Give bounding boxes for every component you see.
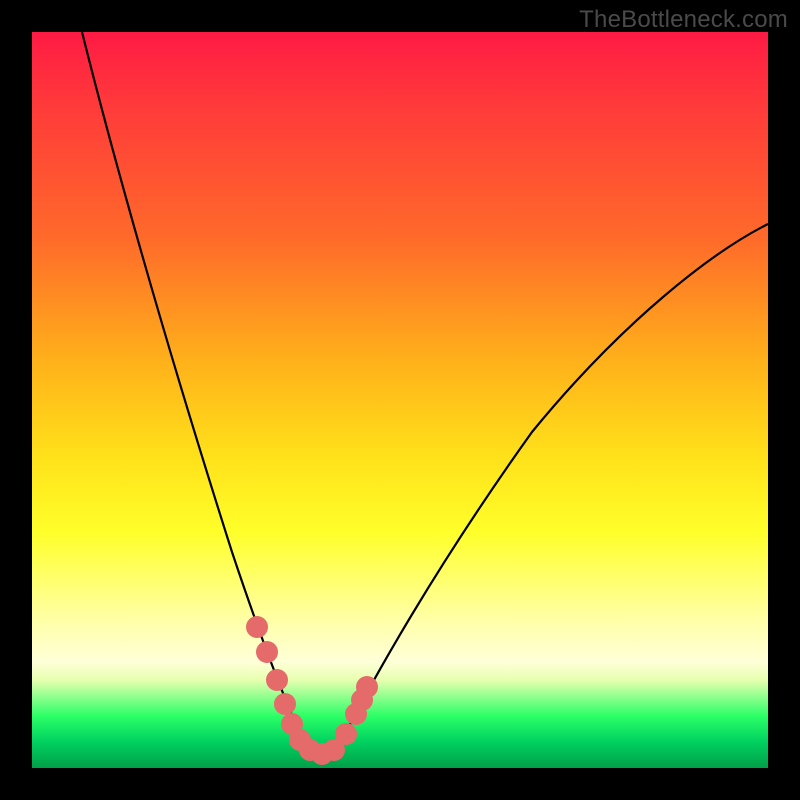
- highlight-dots: [246, 616, 378, 765]
- plot-area: [32, 32, 768, 768]
- curve-layer: [32, 32, 768, 768]
- chart-stage: TheBottleneck.com: [0, 0, 800, 800]
- bottleneck-curve-path: [82, 32, 768, 754]
- watermark-text: TheBottleneck.com: [579, 6, 788, 34]
